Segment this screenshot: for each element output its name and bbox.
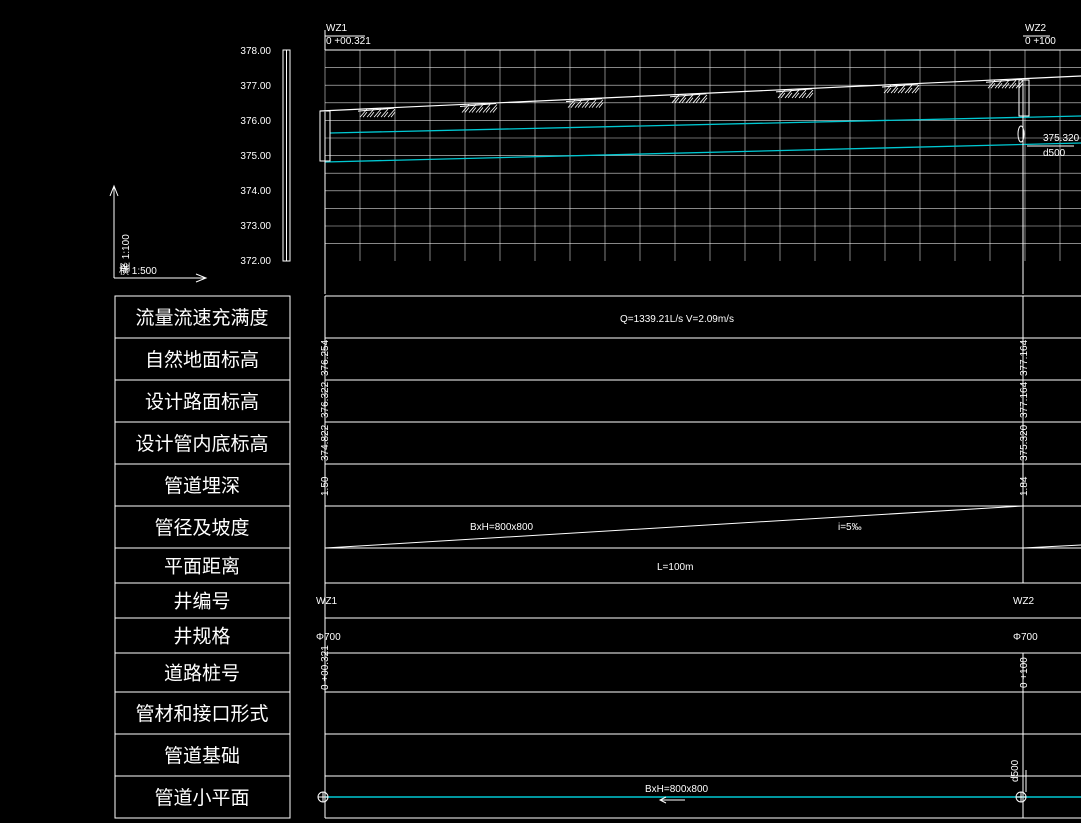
well-station-wz1-top: 0 +00.321 <box>326 36 371 47</box>
pipe-profile <box>324 115 1081 163</box>
elevation-tick-label: 372.00 <box>240 256 271 267</box>
well-id-wz2: WZ2 <box>1025 23 1047 34</box>
row-label: 管径及坡度 <box>154 517 249 539</box>
row-label: 管道基础 <box>164 745 240 767</box>
ground-line <box>319 75 1081 118</box>
row-label: 设计路面标高 <box>145 391 259 413</box>
row-label: 平面距离 <box>164 556 240 578</box>
well-header-wz1: WZ1 0 +00.321 <box>324 23 371 50</box>
row-label: 道路桩号 <box>164 663 240 685</box>
elevation-tick-label: 375.00 <box>240 151 271 162</box>
elevation-scale: 378.00 377.00 376.00 375.00 374.00 373.00 372.… <box>240 46 291 267</box>
data-table <box>324 295 1081 819</box>
well-id-row-wz2: WZ2 <box>1013 596 1035 607</box>
manhole-wz2: 375.320 d500 <box>1017 79 1080 294</box>
scale-annotation: 竖 1:100 横 1:500 <box>109 184 208 283</box>
row-label: 流量流速充满度 <box>135 307 268 329</box>
elevation-tick-label: 374.00 <box>240 186 271 197</box>
road-elev-wz2: 377.164 <box>1019 381 1030 418</box>
station-wz1: 0 +00.321 <box>320 645 331 690</box>
plan-wz2-diameter: d500 <box>1010 759 1021 782</box>
slope-row: BxH=800x800 i=5‰ <box>324 505 1081 549</box>
profile-drawing: 378.00 377.00 376.00 375.00 374.00 373.00 372.… <box>109 23 1081 819</box>
invert-elev-wz2: 375.320 <box>1019 424 1030 461</box>
plan-pipe-label: BxH=800x800 <box>645 784 709 795</box>
station-wz2: 0 +100 <box>1019 657 1030 688</box>
row-label: 管材和接口形式 <box>135 703 268 725</box>
row-label: 管道埋深 <box>164 475 240 497</box>
well-header-wz2: WZ2 0 +100 <box>1023 23 1056 47</box>
invert-elev-wz1: 374.822 <box>320 424 331 461</box>
flow-text: Q=1339.21L/s V=2.09m/s <box>620 314 734 325</box>
pipe-size-text: BxH=800x800 <box>470 522 534 533</box>
horizontal-scale-label: 横 1:500 <box>119 264 157 277</box>
ground-elev-wz1: 376.254 <box>320 339 331 376</box>
elevation-tick-label: 377.00 <box>240 81 271 92</box>
elevation-tick-label: 378.00 <box>240 46 271 57</box>
label-table: 流量流速充满度自然地面标高设计路面标高设计管内底标高管道埋深管径及坡度平面距离井… <box>114 295 291 819</box>
elevation-tick-label: 376.00 <box>240 116 271 127</box>
plan-view: BxH=800x800 d500 <box>317 759 1081 804</box>
slope-text: i=5‰ <box>838 522 862 533</box>
row-label: 井规格 <box>173 626 230 648</box>
row-label: 设计管内底标高 <box>135 433 268 455</box>
row-label: 管道小平面 <box>154 787 249 809</box>
ground-elev-wz2: 377.164 <box>1019 339 1030 376</box>
depth-wz1: 1.50 <box>320 476 331 496</box>
road-elev-wz1: 376.322 <box>320 381 331 418</box>
invert-callout: 375.320 <box>1043 133 1080 144</box>
row-label: 井编号 <box>173 591 230 613</box>
row-label: 自然地面标高 <box>145 349 259 371</box>
well-station-wz2-top: 0 +100 <box>1025 36 1056 47</box>
well-id-wz1: WZ1 <box>326 23 348 34</box>
pipe-diameter-label: d500 <box>1043 148 1066 159</box>
depth-wz2: 1.84 <box>1019 476 1030 496</box>
elevation-tick-label: 373.00 <box>240 221 271 232</box>
well-spec-wz2: Φ700 <box>1013 632 1038 643</box>
well-spec-wz1: Φ700 <box>316 632 341 643</box>
distance-text: L=100m <box>657 562 693 573</box>
well-id-row-wz1: WZ1 <box>316 596 338 607</box>
manhole-wz1 <box>319 110 331 294</box>
well-values: 376.254 376.322 374.822 1.50 377.164 377… <box>320 339 1030 496</box>
